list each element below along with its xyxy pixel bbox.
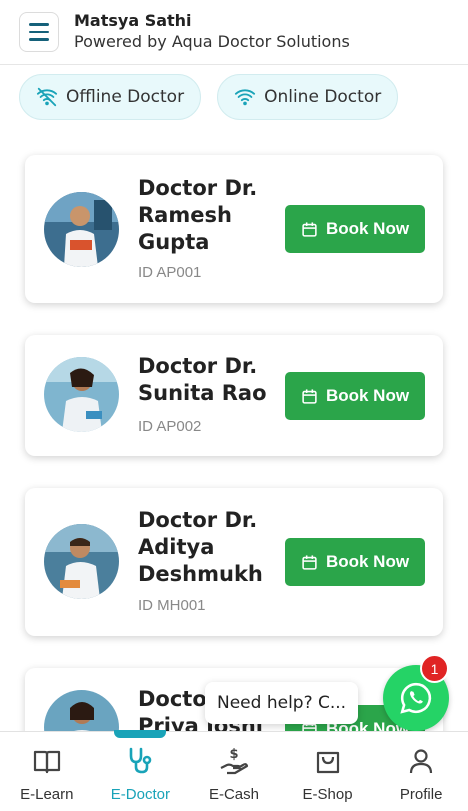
menu-button[interactable] [19, 12, 59, 52]
book-now-label: Book Now [325, 219, 410, 238]
doctor-filter-chips: Offline Doctor Online Doctor [19, 74, 399, 120]
nav-item-e-cash[interactable]: $ E-Cash [187, 732, 281, 811]
online-doctor-chip[interactable]: Online Doctor [217, 74, 399, 120]
nav-item-e-doctor[interactable]: E-Doctor [94, 730, 188, 811]
calendar-icon [302, 221, 317, 237]
book-now-button[interactable]: Book Now [285, 205, 425, 253]
nav-item-profile[interactable]: Profile [374, 732, 468, 811]
user-icon [410, 749, 433, 774]
doctor-avatar [44, 524, 119, 599]
doctor-name: Doctor Dr. Ramesh Gupta [138, 176, 258, 254]
book-icon [33, 750, 60, 774]
header-titles: Matsya Sathi Powered by Aqua Doctor Solu… [74, 11, 350, 53]
doctor-card: Doctor Dr. Sunita Rao ID AP002 Book Now [25, 335, 443, 456]
book-now-button[interactable]: Book Now [285, 372, 425, 420]
bottom-navigation: E-Learn E-Doctor $ E-Cash E-Shop Profile [0, 730, 468, 811]
doctor-card: Doctor Dr. Ramesh Gupta ID AP001 Book No… [25, 155, 443, 303]
nav-label: Profile [399, 786, 443, 803]
help-text: Need help? C... [217, 693, 347, 713]
doctor-id: ID AP002 [138, 418, 202, 435]
offline-doctor-label: Offline Doctor [66, 87, 185, 107]
book-now-label: Book Now [325, 552, 410, 571]
wifi-off-icon [36, 87, 58, 107]
app-title: Matsya Sathi [74, 11, 192, 30]
whatsapp-icon [400, 682, 432, 714]
doctor-avatar [44, 357, 119, 432]
doctor-name: Doctor Dr. Aditya Deshmukh [138, 508, 263, 586]
doctor-id: ID AP001 [138, 264, 202, 281]
menu-icon-line [29, 30, 49, 34]
calendar-icon [302, 388, 317, 404]
active-indicator [114, 730, 167, 738]
stethoscope-icon [130, 747, 152, 774]
app-subtitle: Powered by Aqua Doctor Solutions [74, 32, 350, 51]
shopping-bag-icon [316, 751, 339, 774]
nav-label: E-Shop [302, 786, 353, 803]
nav-label: E-Cash [208, 786, 259, 803]
doctor-name: Doctor Dr. Sunita Rao [138, 354, 267, 405]
doctor-id: ID MH001 [138, 597, 206, 614]
doctor-card: Doctor Dr. Aditya Deshmukh ID MH001 Book… [25, 488, 443, 636]
offline-doctor-chip[interactable]: Offline Doctor [19, 74, 202, 120]
menu-icon-line [29, 38, 49, 41]
calendar-icon [302, 554, 317, 570]
app-header: Matsya Sathi Powered by Aqua Doctor Solu… [0, 0, 468, 65]
book-now-label: Book Now [325, 386, 410, 405]
nav-label: E-Learn [20, 786, 74, 803]
menu-icon-line [29, 23, 49, 26]
nav-label: E-Doctor [110, 786, 170, 803]
help-chat-bubble[interactable]: Need help? C... [205, 682, 359, 724]
notification-badge: 1 [420, 654, 449, 683]
wifi-icon [234, 89, 256, 106]
nav-item-e-learn[interactable]: E-Learn [0, 732, 94, 811]
online-doctor-label: Online Doctor [264, 87, 382, 107]
nav-item-e-shop[interactable]: E-Shop [281, 732, 375, 811]
svg-text:$: $ [229, 747, 238, 762]
book-now-button[interactable]: Book Now [285, 538, 425, 586]
cash-hand-icon: $ [220, 747, 249, 775]
doctor-avatar [44, 192, 119, 267]
